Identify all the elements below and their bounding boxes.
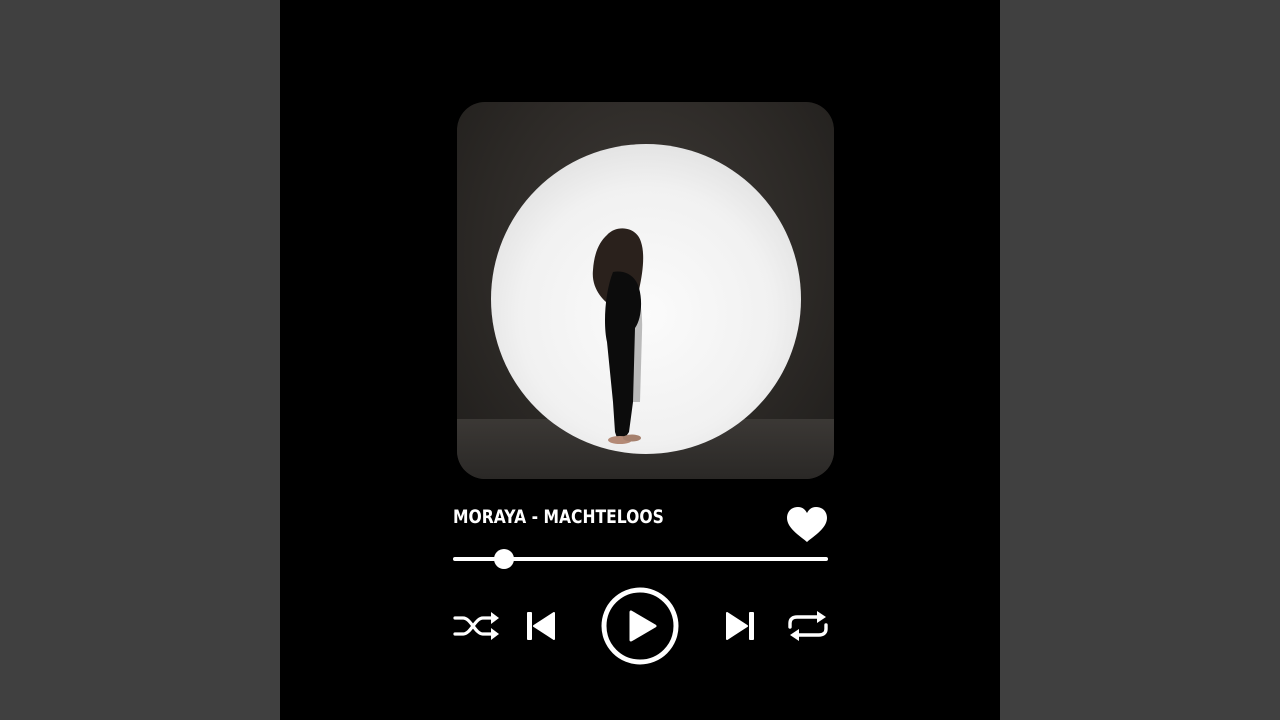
skip-previous-icon — [527, 612, 555, 640]
progress-bar[interactable] — [453, 548, 828, 570]
music-player-card: MORAYA - MACHTELOOS — [280, 0, 1000, 720]
skip-next-icon — [726, 612, 754, 640]
progress-thumb[interactable] — [493, 549, 514, 569]
like-button[interactable] — [785, 505, 829, 545]
repeat-icon — [788, 611, 828, 641]
cover-figure-silhouette — [592, 228, 644, 444]
heart-icon — [787, 507, 827, 542]
repeat-button[interactable] — [785, 609, 831, 643]
shuffle-button[interactable] — [453, 609, 501, 643]
next-button[interactable] — [723, 609, 757, 643]
previous-button[interactable] — [524, 609, 558, 643]
play-button[interactable] — [600, 586, 680, 666]
album-cover-image — [457, 102, 834, 479]
shuffle-icon — [453, 612, 499, 640]
track-title: MORAYA - MACHTELOOS — [453, 506, 664, 528]
play-icon — [601, 587, 679, 665]
